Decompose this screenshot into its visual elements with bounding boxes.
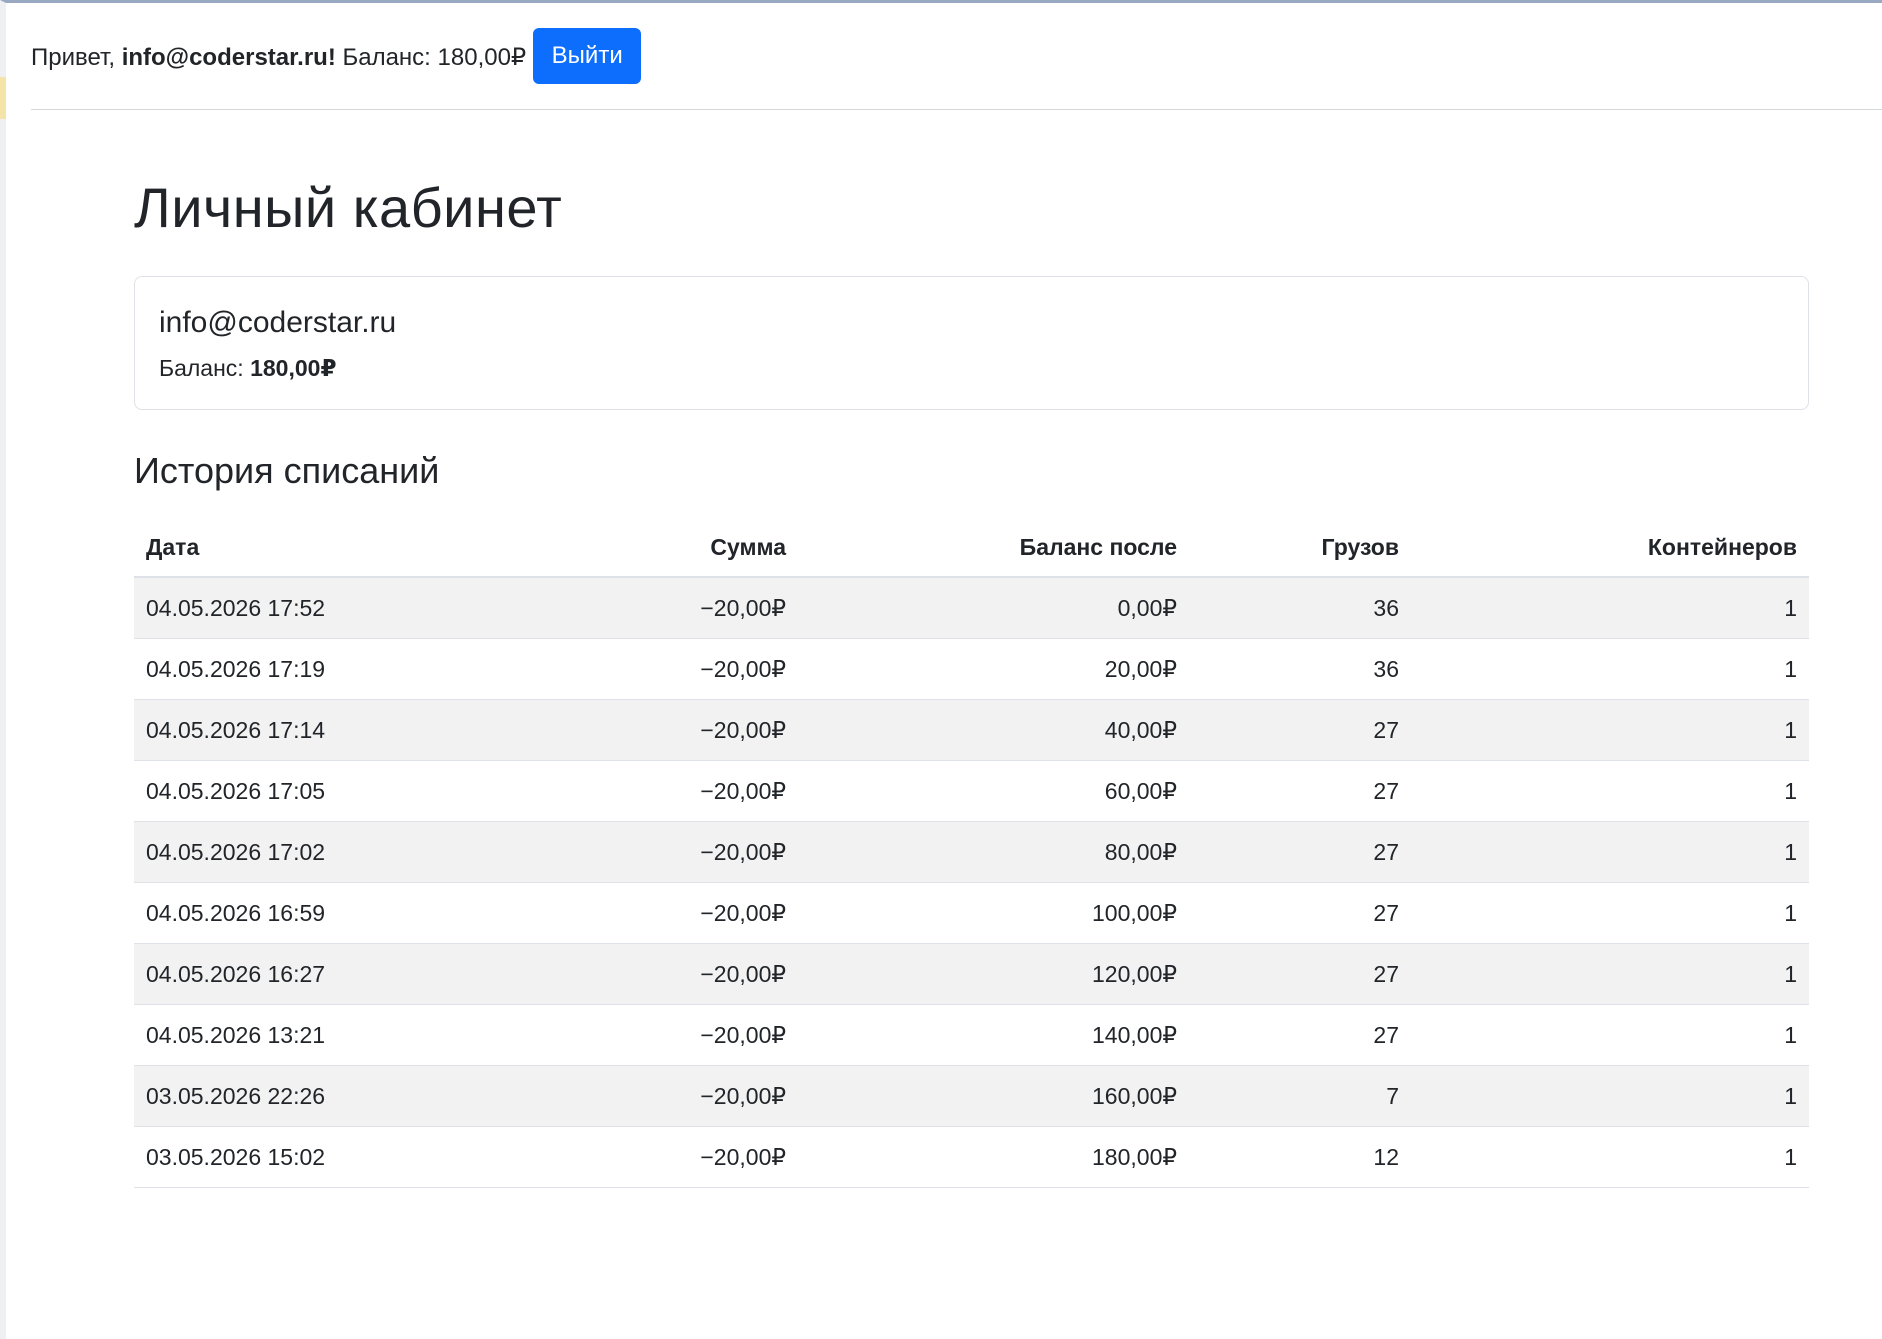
cell-balance-after: 180,00₽ (798, 1126, 1189, 1188)
cell-amount: −20,00₽ (524, 882, 798, 944)
cell-date: 04.05.2026 17:05 (134, 760, 524, 822)
cell-containers: 1 (1411, 1004, 1809, 1066)
table-row: 04.05.2026 13:21 −20,00₽ 140,00₽ 27 1 (134, 1004, 1809, 1066)
cell-containers: 1 (1411, 1065, 1809, 1127)
cell-containers: 1 (1411, 943, 1809, 1005)
table-header-row: Дата Сумма Баланс после Грузов Контейнер… (134, 517, 1809, 578)
account-balance-value: 180,00₽ (250, 355, 337, 381)
table-row: 04.05.2026 17:02 −20,00₽ 80,00₽ 27 1 (134, 821, 1809, 883)
window-edge-marker (0, 77, 6, 119)
cell-cargo: 27 (1189, 882, 1411, 944)
cell-cargo: 27 (1189, 821, 1411, 883)
cell-amount: −20,00₽ (524, 760, 798, 822)
cell-containers: 1 (1411, 760, 1809, 822)
table-row: 04.05.2026 17:05 −20,00₽ 60,00₽ 27 1 (134, 760, 1809, 822)
cell-amount: −20,00₽ (524, 821, 798, 883)
history-title: История списаний (134, 450, 440, 491)
cell-date: 04.05.2026 17:14 (134, 699, 524, 761)
cell-cargo: 27 (1189, 1004, 1411, 1066)
cell-containers: 1 (1411, 882, 1809, 944)
account-card: info@coderstar.ru Баланс: 180,00₽ (134, 276, 1809, 410)
cell-amount: −20,00₽ (524, 699, 798, 761)
cell-cargo: 27 (1189, 760, 1411, 822)
account-email: info@coderstar.ru (159, 306, 397, 339)
page-title: Личный кабинет (134, 176, 563, 239)
cell-balance-after: 60,00₽ (798, 760, 1189, 822)
greeting-balance: Баланс: 180,00₽ (335, 44, 527, 71)
cell-cargo: 27 (1189, 699, 1411, 761)
top-navbar: Привет, info@coderstar.ru! Баланс: 180,0… (31, 28, 1882, 110)
cell-balance-after: 160,00₽ (798, 1065, 1189, 1127)
main-content: Личный кабинет info@coderstar.ru Баланс:… (134, 173, 1809, 1188)
cell-cargo: 27 (1189, 943, 1411, 1005)
cell-containers: 1 (1411, 638, 1809, 700)
history-table-body: 04.05.2026 17:52 −20,00₽ 0,00₽ 36 1 04.05.202… (134, 577, 1809, 1188)
table-row: 04.05.2026 17:14 −20,00₽ 40,00₽ 27 1 (134, 699, 1809, 761)
cell-balance-after: 100,00₽ (798, 882, 1189, 944)
logout-button[interactable]: Выйти (533, 28, 642, 84)
cell-date: 03.05.2026 15:02 (134, 1126, 524, 1188)
cell-balance-after: 80,00₽ (798, 821, 1189, 883)
cell-date: 04.05.2026 16:59 (134, 882, 524, 944)
cell-balance-after: 20,00₽ (798, 638, 1189, 700)
column-header-date: Дата (134, 517, 524, 578)
cell-balance-after: 0,00₽ (798, 577, 1189, 639)
cell-date: 03.05.2026 22:26 (134, 1065, 524, 1127)
cell-amount: −20,00₽ (524, 638, 798, 700)
cell-date: 04.05.2026 16:27 (134, 943, 524, 1005)
account-balance-label: Баланс: (159, 355, 251, 381)
table-row: 04.05.2026 17:52 −20,00₽ 0,00₽ 36 1 (134, 577, 1809, 639)
table-row: 04.05.2026 17:19 −20,00₽ 20,00₽ 36 1 (134, 638, 1809, 700)
cell-cargo: 12 (1189, 1126, 1411, 1188)
page: Привет, info@coderstar.ru! Баланс: 180,0… (0, 0, 1882, 1339)
cell-cargo: 36 (1189, 577, 1411, 639)
cell-date: 04.05.2026 17:52 (134, 577, 524, 639)
cell-date: 04.05.2026 17:02 (134, 821, 524, 883)
cell-amount: −20,00₽ (524, 1004, 798, 1066)
cell-balance-after: 40,00₽ (798, 699, 1189, 761)
cell-containers: 1 (1411, 699, 1809, 761)
column-header-containers: Контейнеров (1411, 517, 1809, 578)
greeting-prefix: Привет, (31, 44, 122, 71)
cell-cargo: 7 (1189, 1065, 1411, 1127)
cell-containers: 1 (1411, 821, 1809, 883)
account-balance: Баланс: 180,00₽ (159, 352, 1784, 384)
cell-amount: −20,00₽ (524, 1065, 798, 1127)
cell-date: 04.05.2026 17:19 (134, 638, 524, 700)
column-header-amount: Сумма (524, 517, 798, 578)
cell-amount: −20,00₽ (524, 1126, 798, 1188)
cell-amount: −20,00₽ (524, 577, 798, 639)
cell-cargo: 36 (1189, 638, 1411, 700)
history-table: Дата Сумма Баланс после Грузов Контейнер… (134, 517, 1809, 1188)
cell-date: 04.05.2026 13:21 (134, 1004, 524, 1066)
table-row: 04.05.2026 16:27 −20,00₽ 120,00₽ 27 1 (134, 943, 1809, 1005)
column-header-cargo: Грузов (1189, 517, 1411, 578)
column-header-balance-after: Баланс после (798, 517, 1189, 578)
cell-containers: 1 (1411, 577, 1809, 639)
greeting-user-email: info@coderstar.ru! (121, 44, 336, 71)
cell-amount: −20,00₽ (524, 943, 798, 1005)
table-row: 04.05.2026 16:59 −20,00₽ 100,00₽ 27 1 (134, 882, 1809, 944)
cell-balance-after: 120,00₽ (798, 943, 1189, 1005)
table-row: 03.05.2026 22:26 −20,00₽ 160,00₽ 7 1 (134, 1065, 1809, 1127)
table-row: 03.05.2026 15:02 −20,00₽ 180,00₽ 12 1 (134, 1126, 1809, 1188)
user-greeting: Привет, info@coderstar.ru! Баланс: 180,0… (31, 42, 526, 74)
cell-balance-after: 140,00₽ (798, 1004, 1189, 1066)
cell-containers: 1 (1411, 1126, 1809, 1188)
